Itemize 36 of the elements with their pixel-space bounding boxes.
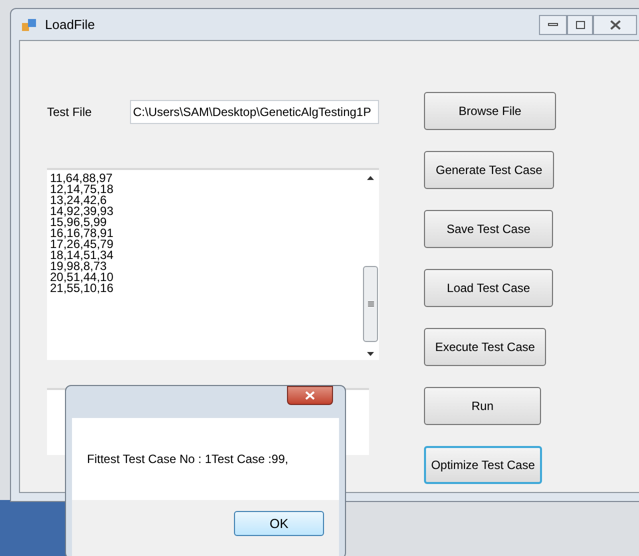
list-item: 19,98,8,73 bbox=[50, 261, 107, 272]
app-icon bbox=[21, 16, 37, 32]
action-button[interactable]: Generate Test Case bbox=[424, 151, 554, 189]
minimize-button[interactable] bbox=[539, 14, 567, 34]
desktop-background bbox=[0, 500, 66, 556]
list-item: 13,24,42,6 bbox=[50, 195, 107, 206]
list-item: 14,92,39,93 bbox=[50, 206, 114, 217]
scroll-thumb[interactable] bbox=[363, 266, 378, 342]
list-item: 17,26,45,79 bbox=[50, 239, 114, 250]
list-item: 15,96,5,99 bbox=[50, 217, 107, 228]
list-item: 12,14,75,18 bbox=[50, 184, 114, 195]
action-button[interactable]: Execute Test Case bbox=[424, 328, 546, 366]
action-button[interactable]: Optimize Test Case bbox=[424, 446, 542, 484]
action-button[interactable]: Load Test Case bbox=[424, 269, 553, 307]
dialog-close-button[interactable] bbox=[287, 386, 333, 405]
scroll-down-icon[interactable] bbox=[367, 352, 374, 356]
dialog-message: Fittest Test Case No : 1Test Case :99, bbox=[87, 451, 288, 468]
window-title: LoadFile bbox=[45, 16, 95, 34]
action-button[interactable]: Browse File bbox=[424, 92, 556, 130]
scroll-up-icon[interactable] bbox=[367, 176, 374, 180]
list-item: 11,64,88,97 bbox=[50, 173, 114, 184]
list-item: 20,51,44,10 bbox=[50, 272, 114, 283]
test-case-list[interactable]: 11,64,88,97 12,14,75,18 13,24,42,6 14,92,39,93 15,96,5,99 16,16,78,91 17,26,45,79 18,14,51,34 19,98,8,73 20,51,44,10 21,55,10,16 bbox=[47, 168, 379, 360]
action-button[interactable]: Run bbox=[424, 387, 541, 425]
test-file-label: Test File bbox=[47, 104, 93, 121]
close-button[interactable] bbox=[593, 14, 637, 34]
test-file-field[interactable]: C:\Users\SAM\Desktop\GeneticAlgTesting1P bbox=[130, 100, 379, 124]
ok-button[interactable]: OK bbox=[234, 511, 324, 536]
list-item: 18,14,51,34 bbox=[50, 250, 114, 261]
action-button[interactable]: Save Test Case bbox=[424, 210, 553, 248]
close-icon bbox=[305, 391, 315, 400]
grip-icon bbox=[368, 301, 374, 307]
maximize-button[interactable] bbox=[567, 14, 593, 34]
close-icon bbox=[610, 20, 620, 30]
list-item: 21,55,10,16 bbox=[50, 283, 114, 294]
list-item: 16,16,78,91 bbox=[50, 228, 114, 239]
